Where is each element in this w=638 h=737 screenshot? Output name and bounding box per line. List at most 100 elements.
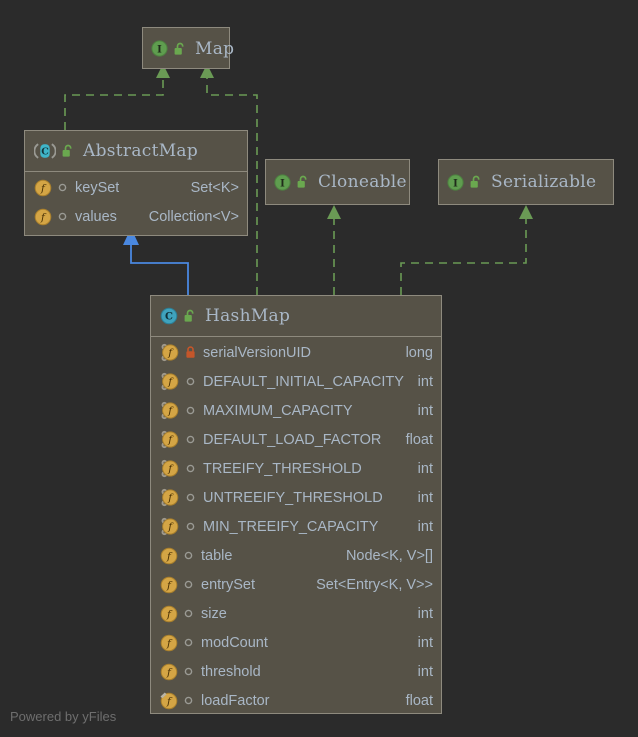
class-icon: C	[160, 307, 178, 325]
field-icon: f	[160, 634, 178, 652]
table-row[interactable]: f serialVersionUID long	[151, 338, 441, 367]
node-serializable[interactable]: I Serializable	[438, 159, 614, 205]
table-row[interactable]: f loadFactor float	[151, 686, 441, 715]
table-row[interactable]: f MAXIMUM_CAPACITY int	[151, 396, 441, 425]
table-row[interactable]: f DEFAULT_INITIAL_CAPACITY int	[151, 367, 441, 396]
node-abstractmap-fields: f keySet Set<K> f	[25, 172, 247, 233]
field-icon: f	[160, 547, 178, 565]
table-row[interactable]: f size int	[151, 599, 441, 628]
svg-text:I: I	[280, 178, 285, 189]
node-hashmap-title: HashMap	[205, 306, 290, 326]
package-private-visibility-icon	[183, 695, 194, 706]
field-icon: f	[160, 576, 178, 594]
table-row[interactable]: f MIN_TREEIFY_CAPACITY int	[151, 512, 441, 541]
package-private-visibility-icon	[185, 405, 196, 416]
package-private-visibility-icon	[185, 521, 196, 532]
field-type: Collection<V>	[143, 209, 239, 225]
field-icon: f	[160, 605, 178, 623]
field-name: TREEIFY_THRESHOLD	[203, 461, 362, 477]
node-map[interactable]: I Map	[142, 27, 230, 69]
field-icon: f	[34, 208, 52, 226]
field-icon: f	[160, 663, 178, 681]
package-private-visibility-icon	[183, 550, 194, 561]
static-field-icon: f	[160, 517, 180, 536]
package-private-visibility-icon	[185, 492, 196, 503]
package-private-visibility-icon	[185, 376, 196, 387]
static-field-icon: f	[160, 459, 180, 478]
package-private-visibility-icon	[57, 211, 68, 222]
field-name: serialVersionUID	[203, 345, 311, 361]
field-type: Set<Entry<K, V>>	[310, 577, 433, 593]
field-type: Set<K>	[185, 180, 239, 196]
node-hashmap[interactable]: C HashMap	[150, 295, 442, 714]
abstract-class-icon: C	[34, 142, 56, 160]
node-serializable-header: I Serializable	[439, 160, 613, 204]
field-type: float	[400, 693, 433, 709]
svg-text:C: C	[165, 312, 173, 323]
table-row[interactable]: f UNTREEIFY_THRESHOLD int	[151, 483, 441, 512]
node-abstractmap[interactable]: C AbstractMap f	[24, 130, 248, 236]
field-type: int	[412, 374, 433, 390]
edge-hashmap-implements-serializable	[401, 205, 533, 295]
interface-icon: I	[151, 40, 168, 57]
field-type: int	[412, 519, 433, 535]
table-row[interactable]: f threshold int	[151, 657, 441, 686]
field-type: long	[400, 345, 433, 361]
package-private-visibility-icon	[183, 579, 194, 590]
field-name: size	[201, 606, 227, 622]
table-row[interactable]: f table Node<K, V>[]	[151, 541, 441, 570]
static-field-icon: f	[160, 430, 180, 449]
field-type: float	[400, 432, 433, 448]
yfiles-watermark: Powered by yFiles	[10, 709, 116, 724]
field-type: int	[412, 606, 433, 622]
static-field-icon: f	[160, 372, 180, 391]
field-row[interactable]: f values Collection<V>	[25, 202, 247, 231]
interface-icon: I	[274, 174, 291, 191]
field-name: values	[75, 209, 117, 225]
interface-icon: I	[447, 174, 464, 191]
static-field-icon: f	[160, 488, 180, 507]
table-row[interactable]: f modCount int	[151, 628, 441, 657]
node-map-title: Map	[195, 39, 234, 59]
field-name: keySet	[75, 180, 119, 196]
package-private-visibility-icon	[57, 182, 68, 193]
field-type: int	[412, 461, 433, 477]
node-abstractmap-header: C AbstractMap	[25, 131, 247, 172]
unlocked-padlock-icon	[296, 175, 309, 189]
unlocked-padlock-icon	[469, 175, 482, 189]
field-name: threshold	[201, 664, 261, 680]
unlocked-padlock-icon	[61, 144, 74, 158]
field-name: entrySet	[201, 577, 255, 593]
field-row[interactable]: f keySet Set<K>	[25, 173, 247, 202]
table-row[interactable]: f entrySet Set<Entry<K, V>>	[151, 570, 441, 599]
node-hashmap-fields: f serialVersionUID long	[151, 337, 441, 717]
field-type: Node<K, V>[]	[340, 548, 433, 564]
field-icon: f	[34, 179, 52, 197]
table-row[interactable]: f TREEIFY_THRESHOLD int	[151, 454, 441, 483]
table-row[interactable]: f DEFAULT_LOAD_FACTOR float	[151, 425, 441, 454]
package-private-visibility-icon	[183, 666, 194, 677]
unlocked-padlock-icon	[173, 42, 186, 56]
edge-hashmap-implements-cloneable	[327, 205, 341, 295]
edge-hashmap-extends-abstractmap	[123, 228, 188, 295]
uml-class-diagram-canvas: Map (implements, dashed) --> Map (implem…	[0, 0, 638, 737]
field-name: loadFactor	[201, 693, 270, 709]
node-map-header: I Map	[143, 28, 229, 69]
svg-text:C: C	[41, 146, 49, 157]
package-private-visibility-icon	[185, 434, 196, 445]
field-name: MIN_TREEIFY_CAPACITY	[203, 519, 378, 535]
node-hashmap-header: C HashMap	[151, 296, 441, 337]
field-type: int	[412, 403, 433, 419]
unlocked-padlock-icon	[183, 309, 196, 323]
field-name: MAXIMUM_CAPACITY	[203, 403, 353, 419]
package-private-visibility-icon	[183, 637, 194, 648]
node-cloneable-title: Cloneable	[318, 172, 407, 192]
field-type: int	[412, 490, 433, 506]
node-cloneable[interactable]: I Cloneable	[265, 159, 410, 205]
svg-text:I: I	[453, 178, 458, 189]
field-name: UNTREEIFY_THRESHOLD	[203, 490, 383, 506]
field-icon: f	[160, 692, 178, 710]
static-field-icon: f	[160, 343, 180, 362]
package-private-visibility-icon	[183, 608, 194, 619]
edge-abstractmap-implements-map	[65, 64, 170, 130]
